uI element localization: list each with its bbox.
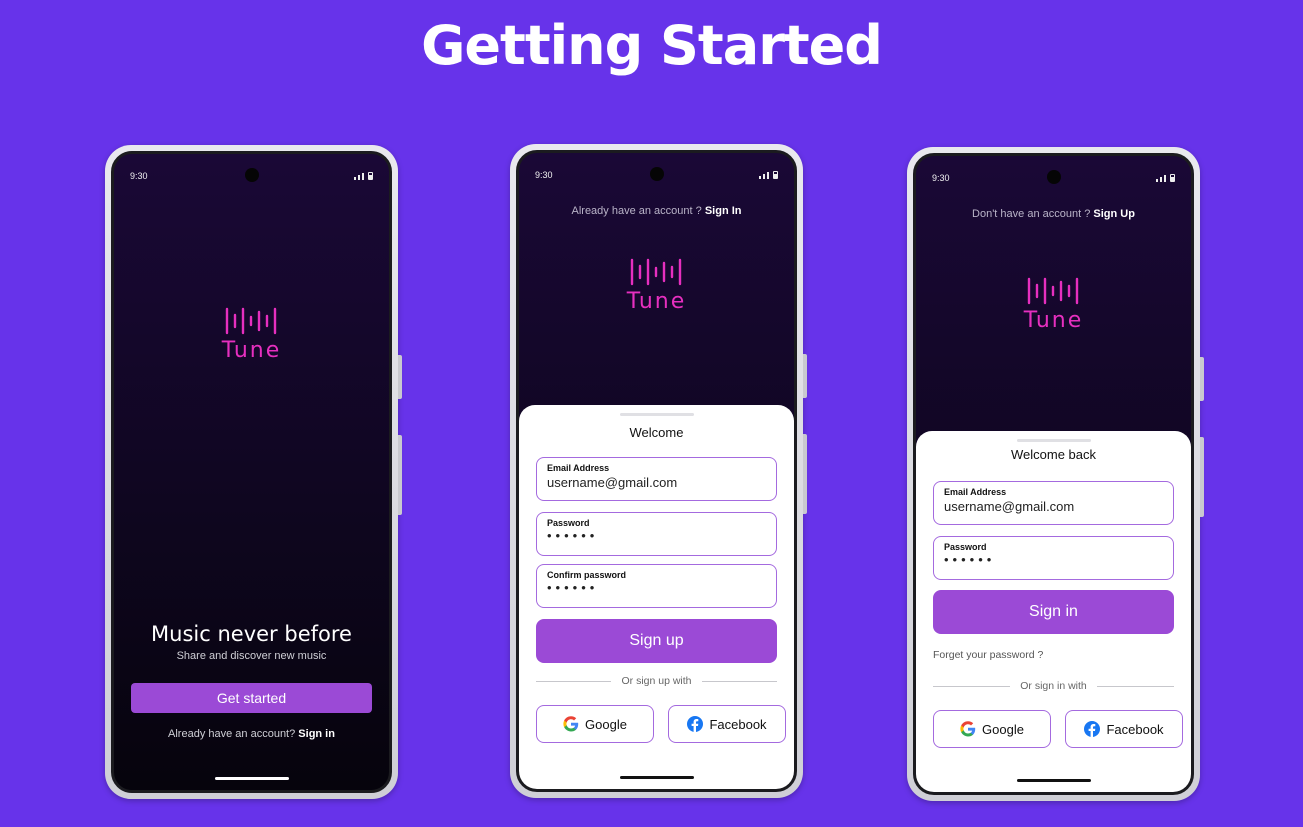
waveform-icon — [630, 258, 681, 286]
camera-notch — [649, 167, 664, 181]
sheet-grabber[interactable] — [619, 413, 694, 416]
email-label: Email Address — [547, 463, 610, 473]
google-button[interactable]: Google — [933, 710, 1051, 748]
password-input[interactable] — [547, 528, 766, 543]
status-time: 9:30 — [535, 170, 553, 180]
google-label: Google — [585, 716, 627, 732]
status-icons — [1156, 174, 1175, 182]
phone-signin: 9:30 Don't have an account ? Sign Up Tun… — [907, 147, 1204, 801]
waveform-icon — [1027, 277, 1078, 305]
signup-prompt-text: Don't have an account ? — [972, 208, 1091, 220]
password-input[interactable] — [944, 552, 1163, 567]
camera-notch — [1046, 170, 1061, 184]
sheet-title: Welcome — [629, 425, 684, 440]
google-icon — [563, 716, 579, 732]
tune-logo: Tune — [519, 257, 794, 314]
status-icons — [759, 171, 778, 179]
battery-icon — [1170, 174, 1175, 182]
facebook-label: Facebook — [1106, 721, 1164, 737]
signin-link[interactable]: Sign In — [705, 205, 742, 217]
google-button[interactable]: Google — [536, 705, 654, 743]
confirm-password-field[interactable]: Confirm password — [536, 564, 777, 608]
facebook-icon — [687, 716, 704, 732]
home-indicator[interactable] — [1016, 779, 1091, 782]
tune-logo: Tune — [916, 276, 1191, 333]
get-started-button[interactable]: Get started — [131, 683, 372, 713]
signup-prompt: Don't have an account ? Sign Up — [916, 208, 1191, 220]
brand-name: Tune — [1023, 308, 1084, 333]
signup-sheet: Welcome Email Address Password Confirm p… — [519, 405, 794, 789]
signin-screen: 9:30 Don't have an account ? Sign Up Tun… — [913, 153, 1194, 795]
camera-notch — [244, 168, 259, 182]
forgot-password-link[interactable]: Forget your password ? — [933, 649, 1043, 661]
facebook-button[interactable]: Facebook — [668, 705, 786, 743]
password-field[interactable]: Password — [536, 512, 777, 556]
email-field[interactable]: Email Address — [536, 457, 777, 501]
signin-prompt-text: Already have an account? — [168, 728, 296, 740]
divider-text: Or sign in with — [1020, 680, 1087, 692]
signin-prompt-text: Already have an account ? — [571, 205, 702, 217]
divider-text: Or sign up with — [621, 675, 692, 687]
status-icons — [354, 172, 373, 180]
hero-title: Music never before — [151, 622, 352, 646]
signin-prompt: Already have an account ? Sign In — [519, 205, 794, 217]
sheet-grabber[interactable] — [1016, 439, 1091, 442]
tune-logo: Tune — [114, 306, 389, 363]
social-divider: Or sign up with — [536, 675, 777, 687]
password-label: Password — [547, 518, 590, 528]
confirm-password-input[interactable] — [547, 580, 766, 595]
hero-subtitle: Share and discover new music — [176, 650, 327, 662]
sheet-title: Welcome back — [1010, 447, 1096, 462]
sign-up-button[interactable]: Sign up — [536, 619, 777, 663]
sign-in-button[interactable]: Sign in — [933, 590, 1174, 634]
social-divider: Or sign in with — [933, 680, 1174, 692]
email-field[interactable]: Email Address — [933, 481, 1174, 525]
password-field[interactable]: Password — [933, 536, 1174, 580]
facebook-label: Facebook — [709, 716, 767, 732]
password-label: Password — [944, 542, 987, 552]
brand-name: Tune — [626, 289, 687, 314]
signup-link[interactable]: Sign Up — [1093, 208, 1135, 220]
signin-prompt: Already have an account? Sign in — [114, 728, 389, 740]
onboarding-screen: 9:30 Tune Music never before Share and d… — [111, 151, 392, 793]
home-indicator[interactable] — [619, 776, 694, 779]
email-label: Email Address — [944, 487, 1007, 497]
page-title: Getting Started — [421, 14, 883, 77]
signin-sheet: Welcome back Email Address Password Sign… — [916, 431, 1191, 792]
google-icon — [960, 721, 976, 737]
confirm-password-label: Confirm password — [547, 570, 627, 580]
email-input[interactable] — [944, 499, 1163, 514]
battery-icon — [368, 172, 373, 180]
status-time: 9:30 — [130, 171, 148, 181]
signup-screen: 9:30 Already have an account ? Sign In T… — [516, 150, 797, 792]
home-indicator[interactable] — [214, 777, 289, 780]
signin-link[interactable]: Sign in — [298, 728, 335, 740]
email-input[interactable] — [547, 475, 766, 490]
facebook-icon — [1084, 721, 1101, 737]
waveform-icon — [225, 307, 276, 335]
brand-name: Tune — [221, 338, 282, 363]
facebook-button[interactable]: Facebook — [1065, 710, 1183, 748]
status-time: 9:30 — [932, 173, 950, 183]
phone-signup: 9:30 Already have an account ? Sign In T… — [510, 144, 807, 798]
google-label: Google — [982, 721, 1024, 737]
phone-onboarding: 9:30 Tune Music never before Share and d… — [105, 145, 402, 799]
battery-icon — [773, 171, 778, 179]
